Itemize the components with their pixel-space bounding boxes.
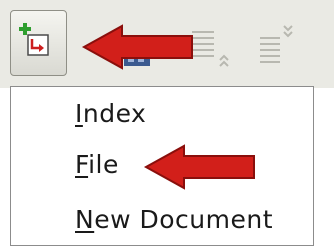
show-subpoints-icon <box>258 22 302 72</box>
menu-item-index-label: ndex <box>82 99 147 128</box>
menu-item-index[interactable]: Index <box>75 99 146 129</box>
menu-item-new-document-label: ew Document <box>94 205 273 234</box>
red-arrow-icon <box>81 24 193 70</box>
hide-subpoints-icon <box>190 26 234 76</box>
insert-index-button[interactable] <box>10 10 67 76</box>
menu-item-file[interactable]: File <box>75 150 119 180</box>
toolbar <box>0 0 334 88</box>
menu-item-file-label: ile <box>88 150 119 179</box>
menu-item-index-mnemonic: I <box>75 99 83 128</box>
menu-item-new-document[interactable]: New Document <box>75 205 273 235</box>
menu-item-new-document-mnemonic: N <box>75 205 95 234</box>
insert-index-icon <box>19 23 49 56</box>
menu-item-file-mnemonic: F <box>75 150 89 179</box>
red-arrow-icon <box>143 144 255 190</box>
